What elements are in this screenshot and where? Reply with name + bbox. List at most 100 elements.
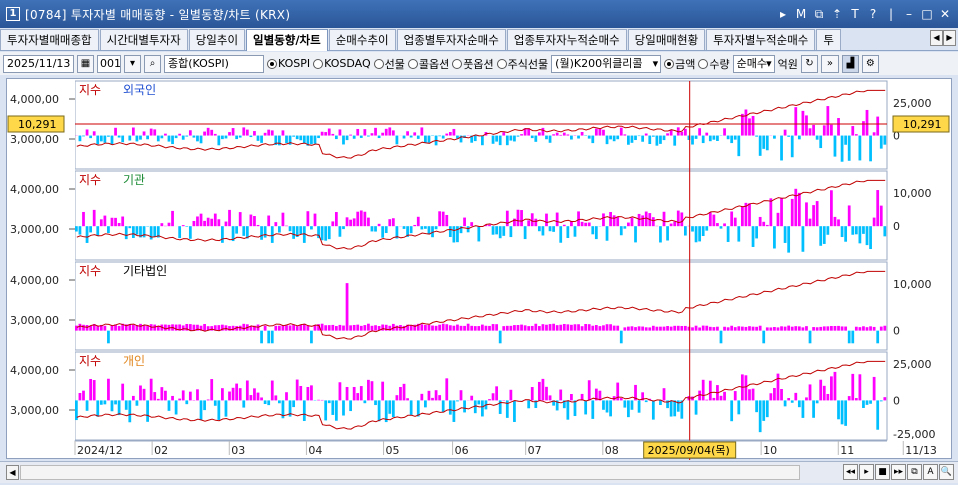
radio-option[interactable]: 주식선물 xyxy=(496,56,548,72)
nav-button-icon[interactable]: 🔍 xyxy=(939,464,954,480)
bar-mark xyxy=(448,400,452,415)
window-control-icon[interactable]: ▸ xyxy=(774,7,792,21)
tab-item[interactable]: 투자자별매매종합 xyxy=(0,29,99,50)
tab-item[interactable]: 투 xyxy=(816,29,841,50)
window-control-icon[interactable]: M xyxy=(792,7,810,21)
bar-mark xyxy=(445,214,449,227)
mode-select[interactable]: 순매수 ▾ xyxy=(732,54,775,73)
settings-gear-icon[interactable]: ⚙ xyxy=(861,54,879,73)
tab-item[interactable]: 당일매매현황 xyxy=(627,29,706,50)
search-icon[interactable]: ⌕ xyxy=(144,54,161,73)
chart-type-icon[interactable]: ▟ xyxy=(841,54,859,73)
radio-option[interactable]: KOSDAQ xyxy=(313,56,371,72)
tab-item[interactable]: 투자자별누적순매수 xyxy=(706,29,816,50)
radio-option[interactable]: 금액 xyxy=(664,56,695,72)
bar-mark xyxy=(830,376,833,401)
bar-mark xyxy=(726,135,730,140)
calendar-icon[interactable]: ▦ xyxy=(77,54,94,73)
bar-mark xyxy=(409,400,413,415)
bar-mark xyxy=(623,134,627,136)
bar-mark xyxy=(616,216,620,227)
bar-mark xyxy=(99,400,103,405)
bar-mark xyxy=(641,135,645,142)
window-control-icon[interactable]: ? xyxy=(864,7,882,21)
bar-mark xyxy=(562,132,566,136)
investor-chart-area[interactable]: 지수 외국인 4,000,00 3,000,00 25,000 0 지수 기관 4,000,00… xyxy=(6,78,953,460)
nav-button-icon[interactable]: A xyxy=(923,464,938,480)
bar-mark xyxy=(324,132,328,136)
scroll-left-icon[interactable]: ◀ xyxy=(6,465,19,480)
bar-mark xyxy=(719,330,723,344)
tab-item[interactable]: 순매수추이 xyxy=(328,29,396,50)
nav-button-icon[interactable]: ▸ xyxy=(859,464,874,480)
bar-mark xyxy=(498,226,502,239)
bar-mark xyxy=(730,325,734,331)
tab-item[interactable]: 업종투자자누적순매수 xyxy=(506,29,627,50)
market-code-field[interactable]: 001 xyxy=(97,54,121,73)
bar-mark xyxy=(719,395,723,401)
bar-mark xyxy=(263,400,267,404)
bar-mark xyxy=(256,224,260,227)
tab-item[interactable]: 업종별투자자순매수 xyxy=(396,29,506,50)
radio-icon xyxy=(664,58,675,69)
nav-button-icon[interactable]: ▸▸ xyxy=(891,464,906,480)
dropdown-arrow-icon[interactable]: ▾ xyxy=(124,54,141,73)
radio-option[interactable]: 풋옵션 xyxy=(452,56,494,72)
bar-mark xyxy=(637,326,641,331)
radio-option[interactable]: 수량 xyxy=(698,56,730,72)
window-control-icon[interactable]: ⇡ xyxy=(828,7,846,21)
radio-option[interactable]: 콜옵션 xyxy=(407,56,449,72)
bar-mark xyxy=(666,133,669,136)
bar-mark xyxy=(203,131,206,136)
tab-scroll-left-icon[interactable]: ◀ xyxy=(930,30,943,46)
window-control-icon[interactable]: ✕ xyxy=(936,7,954,21)
bar-mark xyxy=(594,128,598,136)
radio-icon xyxy=(452,58,463,69)
radio-option[interactable]: 선물 xyxy=(373,56,405,72)
bar-mark xyxy=(830,326,833,331)
bar-mark xyxy=(281,130,285,136)
bar-mark xyxy=(402,383,406,401)
left-tick-label: 3,000,00 xyxy=(10,314,59,327)
window-controls: ▸ M ⧉ ⇡ T? | – □ ✕ xyxy=(774,0,954,28)
scroll-track[interactable] xyxy=(20,465,800,480)
bar-mark xyxy=(167,400,171,411)
nav-button-icon[interactable]: ■ xyxy=(875,464,890,480)
bar-mark xyxy=(527,400,531,409)
tab-item[interactable]: 시간대별투자자 xyxy=(99,29,188,50)
bar-mark xyxy=(242,400,246,408)
bar-mark xyxy=(858,226,862,244)
product-select[interactable]: (월)K200위클리콜 ▾ xyxy=(551,54,662,73)
tab-item[interactable]: 당일추이 xyxy=(188,29,246,50)
bar-mark xyxy=(570,324,573,331)
window-control-icon[interactable]: T xyxy=(846,7,864,21)
window-control-icon[interactable]: | xyxy=(882,7,900,21)
crosshair-date-label: 2025/09/04(목) xyxy=(648,444,730,457)
bar-mark xyxy=(213,213,217,227)
bar-mark xyxy=(217,219,221,227)
window-control-icon[interactable]: ⧉ xyxy=(810,7,828,22)
bar-mark xyxy=(381,226,385,238)
bar-mark xyxy=(794,326,798,331)
tab-scroll-right-icon[interactable]: ▶ xyxy=(943,30,956,46)
legend-index: 지수 xyxy=(79,173,101,187)
bar-mark xyxy=(331,324,335,331)
x-tick-label: 08 xyxy=(605,444,619,457)
window-control-icon[interactable]: □ xyxy=(918,7,936,21)
refresh-icon[interactable]: ↻ xyxy=(800,54,818,73)
bar-mark xyxy=(716,326,719,331)
bar-mark xyxy=(349,134,352,136)
nav-button-icon[interactable]: ⧉ xyxy=(907,464,922,480)
window-number-badge: 1 xyxy=(6,7,20,21)
radio-option[interactable]: KOSPI xyxy=(267,56,310,72)
bar-mark xyxy=(395,325,399,331)
date-field[interactable]: 2025/11/13 xyxy=(3,54,74,73)
bar-mark xyxy=(669,326,673,331)
bar-mark xyxy=(733,391,737,401)
nav-button-icon[interactable]: ◂◂ xyxy=(843,464,858,480)
chart-svg[interactable]: 지수 외국인4,000,003,000,0025,0000지수 기관4,000,00… xyxy=(7,79,953,460)
window-control-icon[interactable]: – xyxy=(900,7,918,21)
bar-mark xyxy=(263,226,267,238)
next-icon[interactable]: » xyxy=(820,54,839,73)
tab-item[interactable]: 일별동향/차트 xyxy=(246,29,328,51)
